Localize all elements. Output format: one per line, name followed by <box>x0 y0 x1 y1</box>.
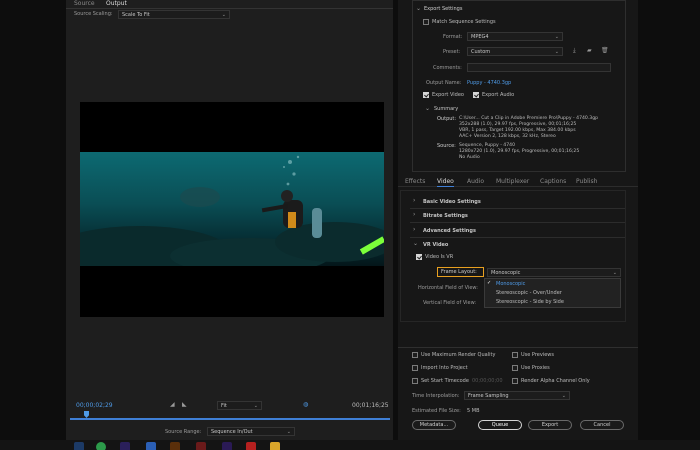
summary-title: Summary <box>434 106 459 112</box>
source-range-value: Sequence In/Out <box>211 429 253 435</box>
summary-source-line-3: No Audio <box>459 155 480 160</box>
time-interpolation-value: Frame Sampling <box>468 393 509 399</box>
comments-input[interactable] <box>467 63 611 72</box>
chat-icon[interactable] <box>96 442 106 450</box>
underwater-scene <box>80 155 384 266</box>
output-name-link[interactable]: Puppy - 4740.3gp <box>467 80 511 86</box>
pdf-icon[interactable] <box>246 442 256 450</box>
render-alpha-label: Render Alpha Channel Only <box>521 378 590 384</box>
export-audio-label: Export Audio <box>482 92 515 98</box>
zoom-value: Fit <box>221 403 227 409</box>
timeline-track[interactable] <box>70 418 390 420</box>
chevron-down-icon: ⌄ <box>221 12 226 18</box>
tab-bar-divider <box>66 8 393 9</box>
chevron-down-icon: ⌄ <box>554 49 559 55</box>
summary-source-label: Source: <box>437 143 456 149</box>
preset-value: Custom <box>471 49 491 55</box>
illustrator-icon[interactable] <box>170 442 180 450</box>
output-name-label: Output Name: <box>426 80 462 86</box>
after-effects-icon[interactable] <box>120 442 130 450</box>
export-video-checkbox[interactable] <box>423 92 429 98</box>
source-scaling-value: Scale To Fit <box>122 12 150 18</box>
estimated-file-size-label: Estimated File Size: <box>412 408 461 414</box>
time-interpolation-label: Time Interpolation: <box>412 393 460 399</box>
max-render-quality-label: Use Maximum Render Quality <box>421 352 496 358</box>
chevron-down-icon[interactable]: ⌄ <box>416 6 421 12</box>
queue-button[interactable]: Queue <box>478 420 522 430</box>
tab-captions[interactable]: Captions <box>540 178 566 185</box>
summary-output-label: Output: <box>437 116 457 122</box>
max-render-quality-checkbox[interactable] <box>412 352 418 358</box>
comments-label: Comments: <box>433 65 462 71</box>
summary-output-line-3: VBR, 1 pass, Target 192.00 kbps, Max 384… <box>459 128 576 133</box>
tab-source[interactable]: Source <box>74 0 95 7</box>
match-sequence-label: Match Sequence Settings <box>432 19 496 25</box>
source-range-dropdown[interactable]: Sequence In/Out ⌄ <box>207 427 295 436</box>
summary-output-line-1: C:\User... Cut a Clip in Adobe Premiere … <box>459 116 599 121</box>
photoshop-icon[interactable] <box>74 442 84 450</box>
explorer-icon[interactable] <box>270 442 280 450</box>
tab-video[interactable]: Video <box>437 178 454 187</box>
preset-dropdown[interactable]: Custom ⌄ <box>467 47 563 56</box>
summary-source-line-2: 1280x720 (1.0), 29.97 fps, Progressive, … <box>459 149 580 154</box>
chevron-down-icon: ⌄ <box>561 393 566 399</box>
bottom-divider <box>398 347 638 348</box>
tab-publish[interactable]: Publish <box>576 178 597 185</box>
set-start-timecode-checkbox[interactable] <box>412 378 418 384</box>
render-alpha-checkbox[interactable] <box>512 378 518 384</box>
cancel-button[interactable]: Cancel <box>580 420 624 430</box>
premiere-icon[interactable] <box>222 442 232 450</box>
chevron-down-icon: ⌄ <box>253 403 258 409</box>
chevron-down-icon: ⌄ <box>286 429 291 435</box>
source-range-label: Source Range: <box>165 429 202 435</box>
match-sequence-checkbox[interactable] <box>423 19 429 25</box>
import-into-project-checkbox[interactable] <box>412 365 418 371</box>
zoom-dropdown[interactable]: Fit ⌄ <box>217 401 262 410</box>
time-interpolation-dropdown[interactable]: Frame Sampling ⌄ <box>464 391 570 400</box>
export-video-label: Export Video <box>432 92 464 98</box>
timecode-start[interactable]: 00;00;02;29 <box>76 402 113 409</box>
word-icon[interactable] <box>146 442 156 450</box>
estimated-file-size-value: 5 MB <box>467 408 480 414</box>
tab-effects[interactable]: Effects <box>405 178 425 185</box>
use-previews-label: Use Previews <box>521 352 554 358</box>
use-previews-checkbox[interactable] <box>512 352 518 358</box>
tab-output[interactable]: Output <box>106 0 127 9</box>
mark-out-icon[interactable]: ◣ <box>182 402 187 408</box>
animate-icon[interactable] <box>196 442 206 450</box>
delete-preset-icon[interactable]: 🗑 <box>601 48 609 54</box>
export-button[interactable]: Export <box>528 420 572 430</box>
tab-audio[interactable]: Audio <box>467 178 484 185</box>
mark-in-icon[interactable]: ◢ <box>170 402 175 408</box>
source-scaling-label: Source Scaling: <box>74 11 113 17</box>
import-preset-icon[interactable]: ▰ <box>587 48 592 54</box>
import-into-project-label: Import Into Project <box>421 365 468 371</box>
use-proxies-label: Use Proxies <box>521 365 550 371</box>
chevron-down-icon: ⌄ <box>554 34 559 40</box>
chevron-down-icon[interactable]: ⌄ <box>425 106 430 112</box>
summary-output-line-2: 352x288 (1.0), 29.97 fps, Progressive, 0… <box>459 122 577 127</box>
preset-label: Preset: <box>443 49 461 55</box>
export-settings-title: Export Settings <box>424 6 463 12</box>
save-preset-icon[interactable]: ⤓ <box>573 48 576 54</box>
export-audio-checkbox[interactable] <box>473 92 479 98</box>
summary-source-line-1: Sequence, Puppy - 4740 <box>459 143 515 148</box>
use-proxies-checkbox[interactable] <box>512 365 518 371</box>
vr-view-icon[interactable]: ◍ <box>303 402 308 408</box>
timecode-end: 00;01;16;25 <box>352 402 389 409</box>
source-scaling-dropdown[interactable]: Scale To Fit ⌄ <box>118 10 230 19</box>
settings-scroll-area-border <box>400 190 626 322</box>
video-frame-image <box>80 152 384 266</box>
format-dropdown[interactable]: MPEG4 ⌄ <box>467 32 563 41</box>
summary-output-line-4: AAC+ Version 2, 128 kbps, 32 kHz, Stereo <box>459 134 556 139</box>
set-start-timecode-label: Set Start Timecode <box>421 378 469 384</box>
start-timecode-value: 00;00;00;00 <box>472 378 503 384</box>
format-value: MPEG4 <box>471 34 489 40</box>
format-label: Format: <box>443 34 463 40</box>
tab-multiplexer[interactable]: Multiplexer <box>496 178 529 185</box>
metadata-button[interactable]: Metadata... <box>412 420 456 430</box>
